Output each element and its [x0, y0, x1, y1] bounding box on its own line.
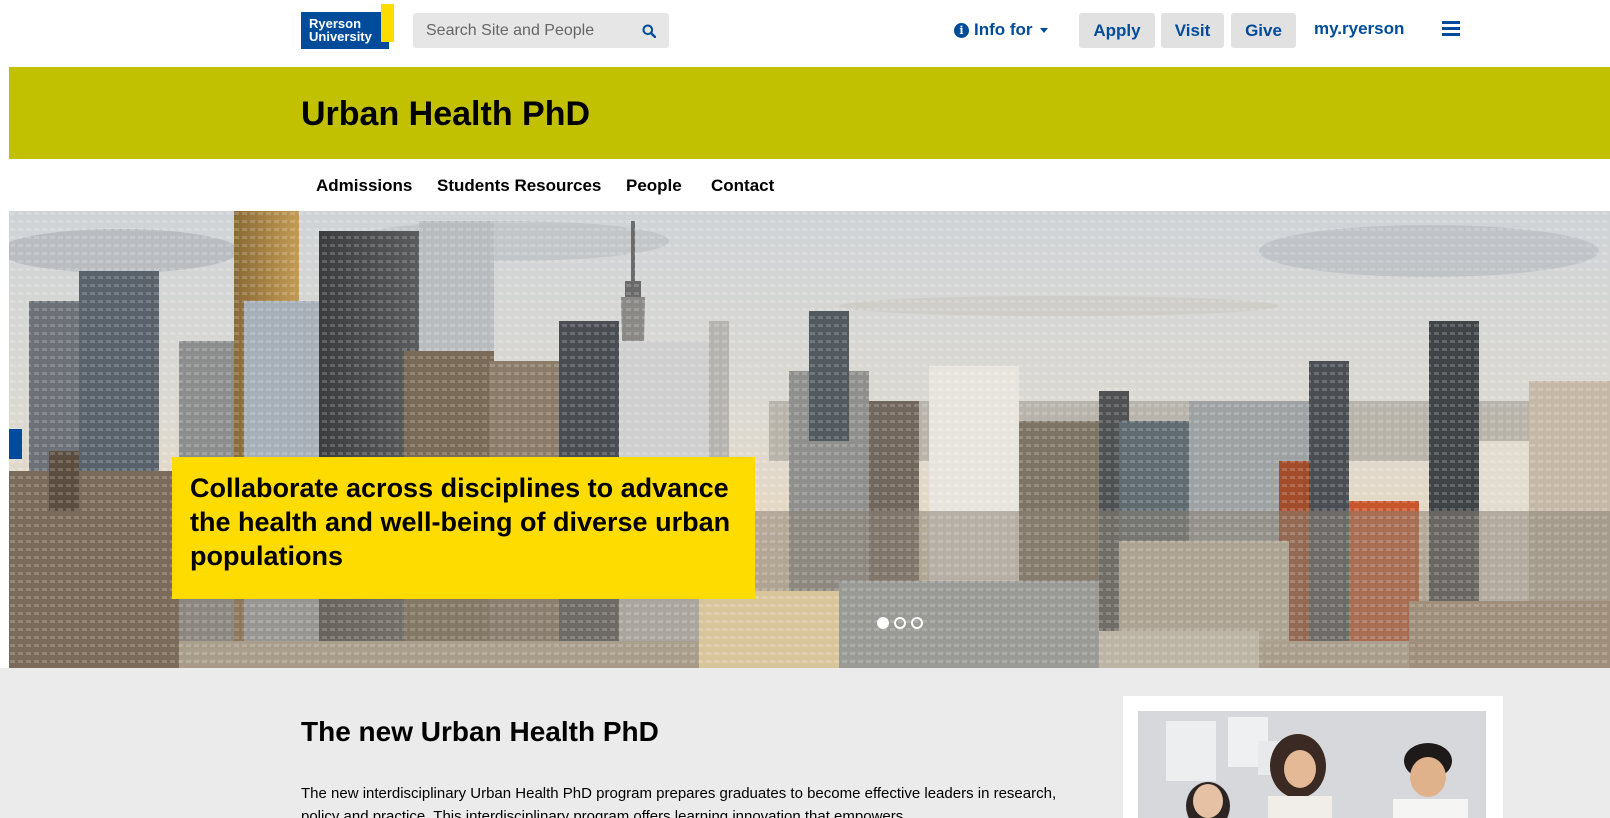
info-for-label: Info for: [974, 20, 1033, 39]
program-banner: [9, 67, 1610, 159]
feature-card: [1123, 696, 1503, 818]
site-header: Ryerson University i Info for Apply Visi…: [0, 0, 1610, 67]
search-button[interactable]: [629, 13, 669, 48]
give-button[interactable]: Give: [1231, 13, 1296, 48]
subnav-item-admissions[interactable]: Admissions: [316, 176, 412, 196]
my-ryerson-link[interactable]: my.ryerson: [1314, 19, 1404, 39]
info-for-dropdown[interactable]: i Info for: [954, 18, 1048, 42]
visit-button[interactable]: Visit: [1161, 13, 1224, 48]
students-photo: [1138, 711, 1486, 818]
search-box: [413, 13, 669, 48]
program-title: Urban Health PhD: [301, 95, 591, 133]
subnav-item-contact[interactable]: Contact: [711, 176, 774, 196]
logo-line-2: University: [309, 29, 372, 44]
hero-caption-text: Collaborate across disciplines to advanc…: [190, 473, 731, 571]
intro-body: The new interdisciplinary Urban Health P…: [301, 785, 1057, 818]
carousel-dots: [877, 617, 923, 629]
search-icon: [642, 24, 656, 38]
carousel-prev-tab[interactable]: [9, 429, 22, 459]
hero-carousel: Collaborate across disciplines to advanc…: [9, 211, 1610, 668]
students-photo-illustration: [1138, 711, 1486, 818]
carousel-dot-1[interactable]: [877, 617, 889, 629]
logo-text: Ryerson University: [309, 17, 372, 43]
hero-caption: Collaborate across disciplines to advanc…: [172, 457, 755, 599]
subnav-item-students-resources[interactable]: Students Resources: [437, 176, 601, 196]
apply-button[interactable]: Apply: [1079, 13, 1155, 48]
intro-section: The new Urban Health PhD The new interdi…: [0, 668, 1610, 818]
ryerson-logo[interactable]: Ryerson University: [301, 12, 389, 49]
carousel-dot-3[interactable]: [911, 617, 923, 629]
logo-accent-bar: [381, 4, 394, 42]
caret-down-icon: [1039, 27, 1048, 33]
program-subnav: Admissions Students Resources People Con…: [0, 159, 1610, 211]
subnav-item-people[interactable]: People: [626, 176, 682, 196]
intro-title: The new Urban Health PhD: [301, 716, 659, 747]
hamburger-icon[interactable]: [1442, 21, 1460, 37]
info-circle-icon: i: [954, 22, 969, 38]
search-input[interactable]: [413, 13, 629, 48]
hero-city-skyline-image: [9, 211, 1610, 668]
carousel-dot-2[interactable]: [894, 617, 906, 629]
